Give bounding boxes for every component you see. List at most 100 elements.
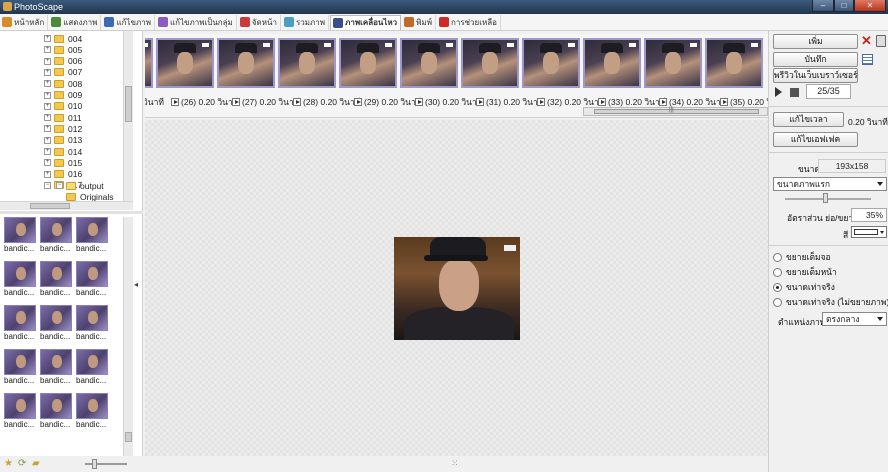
delete-x-icon[interactable]: ✕	[861, 34, 872, 47]
display-mode-option[interactable]: ขนาดเท่าจริง (ไม่ขยายภาพ)	[773, 296, 888, 308]
expand-toggle-icon[interactable]: +	[44, 57, 51, 65]
tree-scroll-thumb[interactable]	[125, 86, 132, 122]
size-slider[interactable]	[823, 193, 828, 203]
display-mode-option[interactable]: ขยายเต็มจอ	[773, 251, 831, 263]
thumbnail-item[interactable]: bandic...	[76, 217, 110, 257]
thumbnail-item[interactable]: bandic...	[40, 393, 74, 433]
close-button[interactable]: ✕	[854, 0, 886, 12]
size-mode-select[interactable]: ขนาดภาพแรก	[773, 177, 887, 191]
tab-7[interactable]: พิมพ์	[402, 14, 436, 30]
radio-button[interactable]	[773, 267, 782, 277]
canvas-resize-grip-icon[interactable]: ⁙	[451, 458, 459, 469]
radio-button[interactable]	[773, 282, 782, 292]
expand-toggle-icon[interactable]: +	[44, 80, 51, 88]
tab-3[interactable]: แก้ไขภาพเป็นกลุ่ม	[156, 14, 237, 30]
thumbnail-zoom-slider[interactable]	[92, 459, 97, 469]
tree-horizontal-scrollbar[interactable]	[0, 201, 133, 210]
tab-1[interactable]: แสดงภาพ	[49, 14, 102, 30]
animation-frame[interactable]	[583, 38, 641, 88]
thumbnail-item[interactable]: bandic...	[4, 305, 38, 345]
expand-toggle-icon[interactable]: +	[44, 159, 51, 167]
expand-toggle-icon[interactable]: +	[44, 68, 51, 76]
display-mode-option[interactable]: ขยายเต็มหน้า	[773, 266, 837, 278]
refresh-icon[interactable]: ⟳	[18, 459, 28, 469]
expand-toggle-icon[interactable]: +	[44, 136, 51, 144]
tree-item[interactable]: +007	[44, 67, 82, 78]
tree-hscroll-thumb[interactable]	[30, 203, 70, 209]
thumbnail-item[interactable]: bandic...	[4, 393, 38, 433]
collapse-panel-arrow[interactable]: ◂	[134, 280, 138, 289]
tree-scrollbar[interactable]	[123, 31, 133, 201]
edit-effect-button[interactable]: แก้ไขเอฟเฟค	[773, 132, 858, 147]
stop-icon[interactable]	[790, 88, 799, 97]
tab-6[interactable]: ภาพเคลื่อนไหว	[330, 14, 402, 30]
ratio-input[interactable]: 35%	[851, 208, 887, 222]
tree-item[interactable]: +006	[44, 56, 82, 67]
animation-frame[interactable]	[644, 38, 702, 88]
expand-toggle-icon[interactable]: +	[44, 114, 51, 122]
tree-item[interactable]: +012	[44, 123, 82, 134]
animation-frame[interactable]	[278, 38, 336, 88]
expand-toggle-icon[interactable]: −	[44, 181, 51, 189]
favorite-star-icon[interactable]: ★	[4, 459, 14, 469]
thumbnail-item[interactable]: bandic...	[40, 217, 74, 257]
expand-toggle-icon[interactable]: +	[44, 35, 51, 42]
tree-item[interactable]: +009	[44, 90, 82, 101]
thumbnail-item[interactable]: bandic...	[40, 261, 74, 301]
thumbnail-item[interactable]: bandic...	[76, 393, 110, 433]
tree-item[interactable]: +004	[44, 33, 82, 44]
play-icon[interactable]	[775, 87, 782, 97]
expand-toggle-icon[interactable]: −	[56, 182, 63, 189]
tree-item[interactable]: +008	[44, 78, 82, 89]
frame-strip-scroll-thumb[interactable]	[594, 109, 759, 114]
thumbnail-item[interactable]: bandic...	[76, 305, 110, 345]
tab-0[interactable]: หน้าหลัก	[0, 14, 49, 30]
thumbnail-item[interactable]: bandic...	[76, 349, 110, 389]
frame-play-icon[interactable]	[354, 98, 362, 106]
frame-play-icon[interactable]	[659, 98, 667, 106]
tree-item[interactable]: +010	[44, 101, 82, 112]
tree-item[interactable]: − output	[56, 180, 104, 191]
tree-item[interactable]: +013	[44, 135, 82, 146]
frame-play-icon[interactable]	[415, 98, 423, 106]
edit-time-button[interactable]: แก้ไขเวลา	[773, 112, 844, 127]
save-button[interactable]: บันทึก	[773, 52, 858, 67]
tree-item[interactable]: +014	[44, 146, 82, 157]
thumbnail-scrollbar[interactable]	[123, 217, 133, 457]
tab-4[interactable]: จัดหน้า	[238, 14, 281, 30]
animation-frame[interactable]	[522, 38, 580, 88]
animation-frame[interactable]	[339, 38, 397, 88]
background-color-picker[interactable]	[851, 226, 887, 238]
frame-play-icon[interactable]	[171, 98, 179, 106]
animation-frame[interactable]	[461, 38, 519, 88]
expand-toggle-icon[interactable]: +	[44, 102, 51, 110]
trash-icon[interactable]	[876, 35, 886, 47]
frame-play-icon[interactable]	[232, 98, 240, 106]
animation-frame[interactable]	[145, 38, 153, 88]
folder-open-icon[interactable]: ▰	[32, 459, 42, 469]
display-mode-option[interactable]: ขนาดเท่าจริง	[773, 281, 835, 293]
expand-toggle-icon[interactable]: +	[44, 46, 51, 54]
frame-list-icon[interactable]	[862, 54, 873, 65]
radio-button[interactable]	[773, 252, 782, 262]
add-frame-button[interactable]: เพิ่ม	[773, 34, 858, 49]
animation-frame[interactable]	[705, 38, 763, 88]
tree-item[interactable]: +015	[44, 157, 82, 168]
thumbnail-scroll-thumb[interactable]	[125, 432, 132, 442]
thumbnail-item[interactable]: bandic...	[4, 217, 38, 257]
animation-frame[interactable]	[156, 38, 214, 88]
expand-toggle-icon[interactable]: +	[44, 170, 51, 178]
thumbnail-item[interactable]: bandic...	[4, 349, 38, 389]
tree-item[interactable]: +011	[44, 112, 82, 123]
tab-8[interactable]: การช่วยเหลือ	[437, 14, 501, 30]
position-select[interactable]: ตรงกลาง	[822, 312, 887, 326]
expand-toggle-icon[interactable]: +	[44, 148, 51, 155]
frame-strip-scrollbar[interactable]: |||	[583, 107, 768, 116]
tab-5[interactable]: รวมภาพ	[282, 14, 330, 30]
expand-toggle-icon[interactable]: +	[44, 125, 51, 133]
thumbnail-item[interactable]: bandic...	[4, 261, 38, 301]
frame-play-icon[interactable]	[598, 98, 606, 106]
tree-item[interactable]: Originals	[66, 191, 114, 201]
tab-2[interactable]: แก้ไขภาพ	[102, 14, 155, 30]
frame-play-icon[interactable]	[476, 98, 484, 106]
